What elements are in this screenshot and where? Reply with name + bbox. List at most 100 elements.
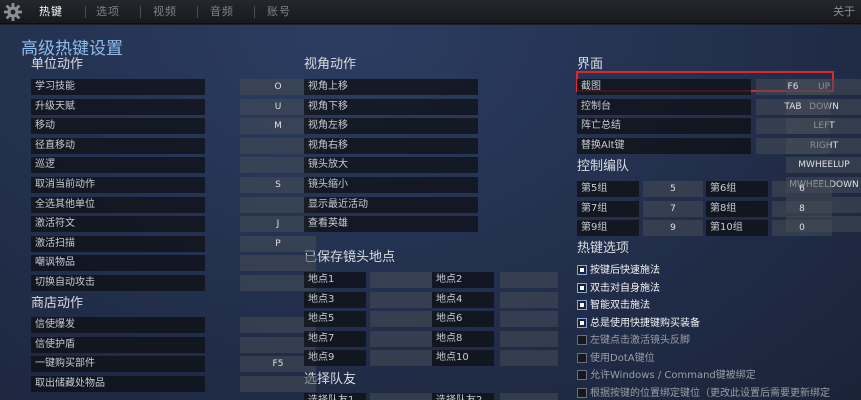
hotkey-binding-button[interactable]: 0 [772,220,832,237]
top-nav-bar: 热键 选项 视频 音频 账号 关于 [0,0,861,24]
hotkey-binding-button[interactable]: 5 [643,181,703,197]
tab-hotkeys[interactable]: 热键 [39,0,63,24]
hotkey-row: 替换Alt键 [577,137,830,154]
tab-account[interactable]: 账号 [267,0,291,24]
hotkey-binding-button[interactable] [500,393,558,400]
hotkey-binding-button[interactable]: 7 [643,200,703,217]
hotkey-row: 激活符文 J [31,216,316,233]
hotkey-binding-button[interactable]: MWHEELUP [786,157,861,174]
hotkey-label: 地点6 [432,311,494,328]
hotkey-row: 第7组 7 [577,200,703,217]
hotkey-row: 巡逻 [31,157,316,174]
hotkey-label: 第9组 [577,220,639,237]
checkbox[interactable] [577,265,587,275]
hotkey-binding-button[interactable] [500,350,558,367]
checkbox[interactable] [577,317,587,328]
hotkey-row: 第5组 5 [577,181,703,197]
hotkey-binding-button[interactable] [370,393,432,400]
hotkey-label: 激活符文 [31,216,205,233]
hotkey-row: 地点9 [304,350,432,367]
hotkey-binding-button[interactable] [370,330,432,347]
hotkey-row: 截图 F6 [577,79,830,95]
hotkey-row: 选择队友1 [304,393,432,400]
section-unit-actions: 单位动作 [31,57,84,72]
hotkey-label: 显示最近活动 [304,196,478,213]
checkbox[interactable] [577,352,587,363]
hotkey-label: 地点5 [304,311,366,328]
hotkey-label: 视角上移 [304,79,478,95]
hotkey-option[interactable]: 根据按键的位置绑定键位（更改此设置后需要更新绑定 [577,386,857,400]
hotkey-binding-button[interactable] [240,375,316,392]
hotkey-option[interactable]: 智能双击施法 [577,298,857,313]
checkbox[interactable] [577,387,587,398]
hotkey-row: 全选其他单位 [31,196,316,213]
hotkey-binding-button[interactable]: 6 [772,181,832,197]
hotkey-binding-button[interactable]: 9 [643,220,703,237]
hotkey-row: 地点10 [432,350,558,367]
hotkey-row: 取消当前动作 S [31,177,316,193]
hotkey-binding-button[interactable] [500,291,558,308]
gear-icon[interactable] [3,2,23,22]
hotkey-label: 第8组 [706,200,768,217]
option-label: 总是使用快捷键购买装备 [590,317,700,329]
hotkey-option[interactable]: 总是使用快捷键购买装备 [577,316,857,331]
hotkey-binding-button[interactable] [370,350,432,367]
hotkey-label: 选择队友1 [304,393,366,400]
section-camera-actions: 视角动作 [304,57,357,72]
hotkey-option[interactable]: 允许Windows / Command键被绑定 [577,368,857,383]
hotkey-label: 取出储藏处物品 [31,375,205,392]
hotkey-option[interactable]: 按键后快速施法 [577,263,857,278]
hotkey-label: 全选其他单位 [31,196,205,213]
hotkey-row: 控制台 TAB [577,98,830,115]
hotkey-label: 取消当前动作 [31,177,205,193]
option-label: 左键点击激活镜头反脚 [590,335,690,346]
hotkey-label: 巡逻 [31,157,205,174]
hotkey-binding-button[interactable] [756,118,830,135]
hotkey-label: 激活扫描 [31,235,205,252]
tab-divider [254,6,255,18]
hotkey-binding-button[interactable] [370,291,432,308]
hotkey-label: 地点1 [304,272,366,288]
hotkey-label: 第10组 [706,220,768,237]
checkbox[interactable] [577,370,587,380]
option-label: 使用DotA键位 [590,352,655,364]
checkbox[interactable] [577,300,587,310]
hotkey-label: 地点3 [304,291,366,308]
hotkey-binding-button[interactable] [370,311,432,328]
hotkey-label: 镜头放大 [304,157,478,174]
hotkey-row: 镜头放大 MWHEELUP [304,157,861,174]
hotkey-binding-button[interactable]: TAB [756,98,830,115]
hotkey-option[interactable]: 双击对自身施法 [577,281,857,296]
hotkey-row: 信使护盾 [31,336,316,353]
tab-audio[interactable]: 音频 [210,0,234,24]
hotkey-label: 查看英雄 [304,216,478,233]
hotkey-row: 地点2 [432,272,558,288]
hotkey-label: 升级天赋 [31,98,205,115]
hotkey-option[interactable]: 左键点击激活镜头反脚 [577,333,857,348]
hotkey-binding-button[interactable] [756,137,830,154]
hotkey-label: 径直移动 [31,137,205,154]
hotkey-binding-button[interactable]: 8 [772,200,832,217]
hotkey-row: 第8组 8 [706,200,832,217]
tab-options[interactable]: 选项 [96,0,120,24]
option-label: 按键后快速施法 [590,265,660,276]
checkbox[interactable] [577,282,587,293]
hotkey-option[interactable]: 使用DotA键位 [577,351,857,366]
about-link[interactable]: 关于 [833,0,855,24]
option-label: 根据按键的位置绑定键位（更改此设置后需要更新绑定 [590,387,830,399]
hotkey-binding-button[interactable] [240,255,316,272]
hotkey-binding-button[interactable]: P [240,235,316,252]
tab-video[interactable]: 视频 [153,0,177,24]
hotkey-label: 视角左移 [304,118,478,135]
hotkey-row: 第6组 6 [706,181,832,197]
checkbox[interactable] [577,335,587,345]
hotkey-binding-button[interactable] [500,330,558,347]
hotkey-binding-button[interactable] [500,311,558,328]
hotkey-binding-button[interactable] [500,272,558,288]
section-interface: 界面 [577,57,604,72]
option-label: 允许Windows / Command键被绑定 [590,370,756,381]
hotkey-binding-button[interactable]: F6 [756,79,830,95]
hotkey-label: 嘲讽物品 [31,255,205,272]
hotkey-binding-button[interactable] [370,272,432,288]
hotkey-label: 截图 [577,79,751,95]
